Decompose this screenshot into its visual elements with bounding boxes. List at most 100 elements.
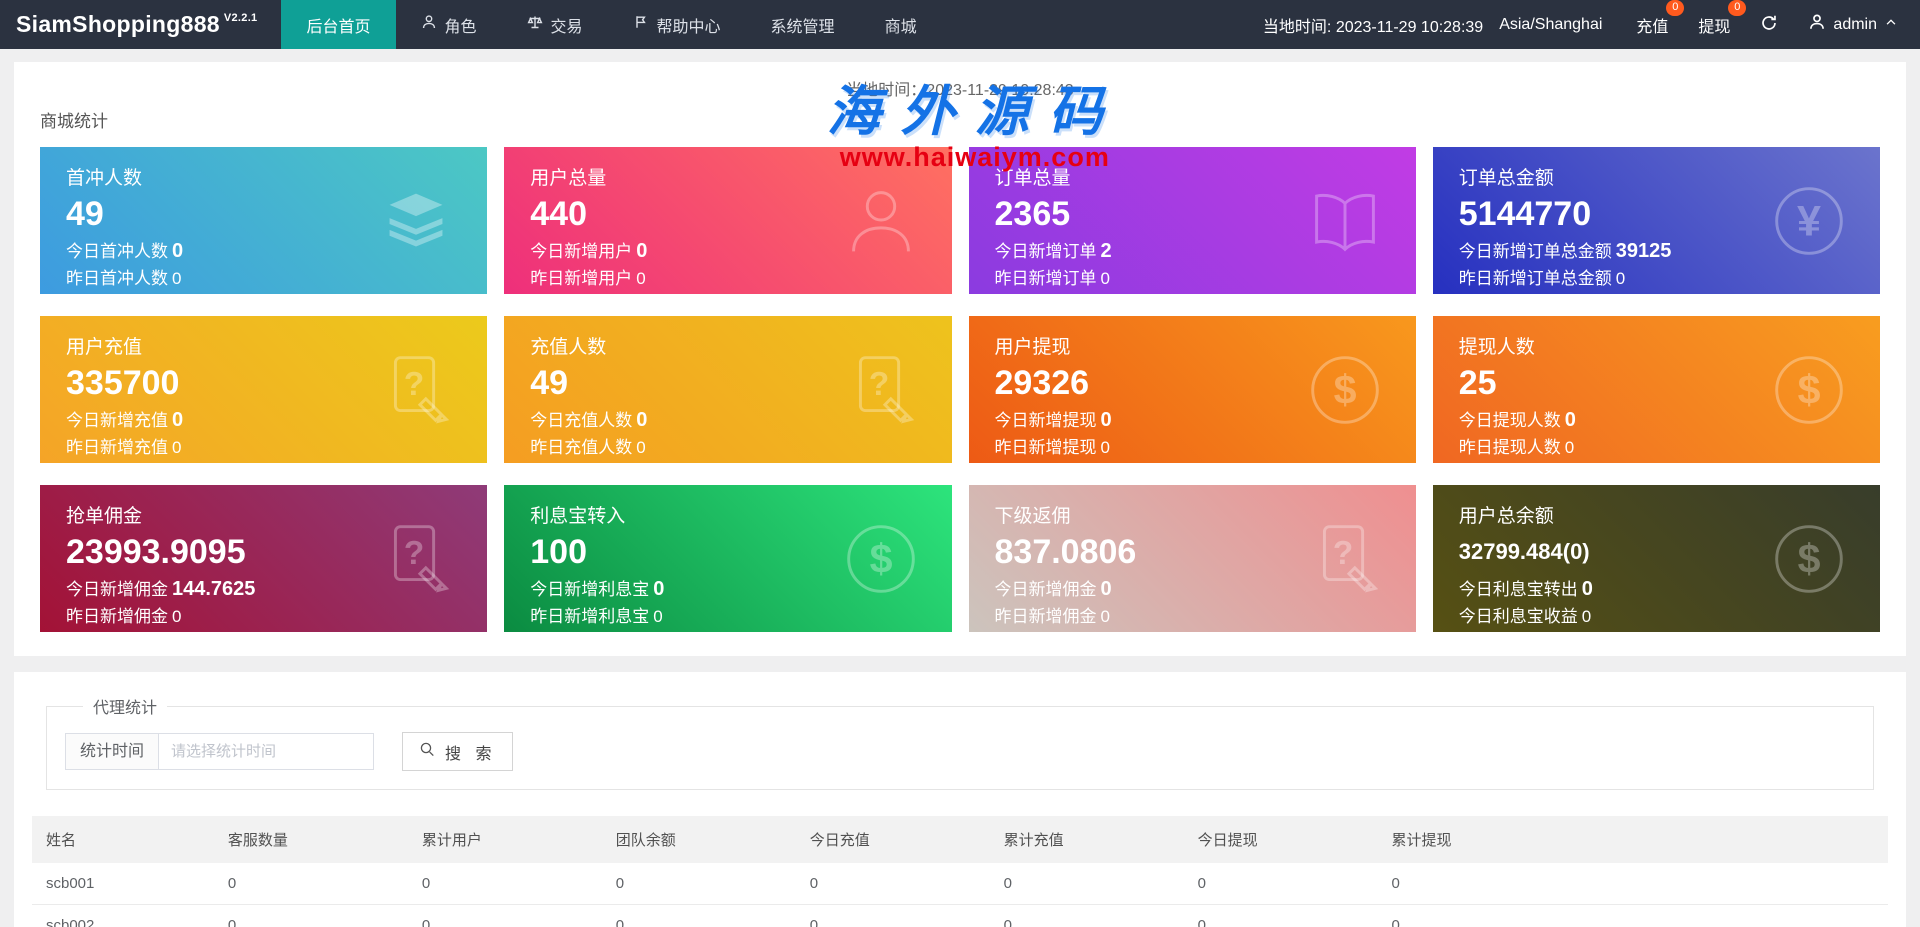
stat-card: 用户充值 335700 今日新增充值 0 昨日新增充值 0 ?: [40, 316, 488, 463]
doc-icon: ?: [834, 343, 928, 437]
nav-item-label: 交易: [550, 18, 583, 36]
recharge-label: 充值: [1636, 18, 1669, 36]
card-yesterday-line: 昨日首冲人数 0: [66, 269, 182, 289]
doc-icon: ?: [1298, 512, 1392, 606]
nav-item-label: 后台首页: [306, 18, 371, 36]
withdraw-button[interactable]: 提现 0: [1698, 0, 1747, 37]
stat-time-label: 统计时间: [65, 733, 160, 770]
agent-table: 姓名 客服数量 累计用户 团队余额 今日充值 累计充值 今日提现 累计提现 scb001 0 0 0 0…: [32, 816, 1888, 927]
agent-section-title: 代理统计: [93, 700, 158, 717]
person-icon: [421, 14, 437, 35]
card-yesterday-line: 昨日新增用户 0: [530, 269, 646, 289]
table-header-row: 姓名 客服数量 累计用户 团队余额 今日充值 累计充值 今日提现 累计提现: [32, 816, 1888, 863]
card-yesterday-line: 昨日新增充值 0: [66, 438, 182, 458]
panel-local-time: 当地时间：2023-11-29 10:28:43: [846, 82, 1074, 99]
svg-text:?: ?: [1333, 534, 1353, 571]
stat-cards-grid: 首冲人数 49 今日首冲人数 0 昨日首冲人数 0 用户总量 440 今日新增用户 0…: [40, 147, 1880, 632]
table-header-cell: 团队余额: [601, 816, 796, 863]
agent-filter-row: 统计时间 搜 索: [65, 732, 1855, 771]
agent-panel: 代理统计 统计时间 搜 索 姓名客服数量累计用户团队余额今日充值累计充值今日提现…: [14, 672, 1906, 927]
search-button[interactable]: 搜 索: [402, 732, 514, 771]
username: admin: [1833, 15, 1877, 33]
nav-item-label: 帮助中心: [656, 18, 721, 36]
withdraw-label: 提现: [1698, 18, 1731, 36]
nav-item-trade[interactable]: 交易: [502, 0, 608, 49]
stat-card: 利息宝转入 100 今日新增利息宝 0 昨日新增利息宝 0 $: [504, 485, 952, 632]
card-yesterday-line: 昨日新增佣金 0: [66, 607, 182, 627]
table-cell: 0: [1377, 863, 1888, 905]
stat-card: 下级返佣 837.0806 今日新增佣金 0 昨日新增佣金 0 ?: [968, 485, 1416, 632]
doc-icon: ?: [369, 512, 463, 606]
nav-item-system-management[interactable]: 系统管理: [746, 0, 860, 49]
table-cell: 0: [1183, 904, 1378, 927]
nav-item-help-center[interactable]: 帮助中心: [608, 0, 746, 49]
svg-text:$: $: [1798, 366, 1821, 412]
card-yesterday-line: 今日利息宝收益 0: [1458, 606, 1592, 626]
scales-icon: [527, 14, 543, 35]
agent-filter-fieldset: 代理统计 统计时间 搜 索: [46, 694, 1874, 790]
nav-item-mall[interactable]: 商城: [860, 0, 942, 49]
dollar-icon: $: [1762, 512, 1856, 606]
stat-card: 订单总金额 5144770 今日新增订单总金额 39125 昨日新增订单总金额 0 …: [1432, 147, 1880, 294]
yen-icon: ¥: [1762, 174, 1856, 268]
table-header-cell: 客服数量: [213, 816, 408, 863]
stat-card: 充值人数 49 今日充值人数 0 昨日充值人数 0 ?: [504, 316, 952, 463]
table-row: scb001 0 0 0 0 0 0 0: [32, 863, 1888, 905]
table-header-cell: 累计提现: [1377, 816, 1888, 863]
user-icon: [1808, 13, 1826, 36]
withdraw-badge: 0: [1728, 0, 1747, 16]
dollar-icon: $: [1298, 343, 1392, 437]
stat-card: 用户总量 440 今日新增用户 0 昨日新增用户 0: [504, 147, 952, 294]
main-nav: 后台首页 角色 交易 帮助中心 系统管理 商城: [281, 0, 941, 49]
table-cell: scb002: [32, 904, 214, 927]
card-yesterday-line: 昨日新增佣金 0: [994, 607, 1110, 627]
stat-card: 提现人数 25 今日提现人数 0 昨日提现人数 0 $: [1432, 316, 1880, 463]
header-timezone: Asia/Shanghai: [1499, 15, 1603, 33]
card-yesterday-line: 昨日提现人数 0: [1458, 438, 1575, 458]
table-cell: scb001: [32, 863, 214, 905]
table-header-cell: 今日提现: [1183, 816, 1378, 863]
chevron-up-icon: [1884, 15, 1898, 34]
header-local-time: 当地时间: 2023-11-29 10:28:39: [1262, 18, 1484, 36]
table-cell: 0: [795, 863, 990, 905]
dollar-icon: $: [1762, 343, 1856, 437]
table-cell: 0: [989, 863, 1184, 905]
table-cell: 0: [601, 863, 796, 905]
search-icon: [419, 741, 436, 763]
stat-time-input[interactable]: [159, 733, 375, 770]
table-cell: 0: [213, 863, 408, 905]
user-menu[interactable]: admin: [1808, 13, 1898, 36]
nav-item-dashboard[interactable]: 后台首页: [281, 0, 396, 49]
app-logo: SiamShopping888 V2.2.1: [0, 0, 281, 49]
top-navbar: SiamShopping888 V2.2.1 后台首页 角色 交易 帮助中心 系统管理 商…: [0, 0, 1920, 49]
table-cell: 0: [407, 904, 602, 927]
table-header-cell: 累计用户: [407, 816, 602, 863]
table-cell: 0: [601, 904, 796, 927]
card-yesterday-line: 昨日新增提现 0: [994, 438, 1110, 458]
user-icon: [834, 174, 928, 268]
refresh-icon[interactable]: [1760, 14, 1782, 36]
nav-item-label: 角色: [444, 18, 477, 36]
layers-icon: [369, 174, 463, 268]
table-cell: 0: [989, 904, 1184, 927]
table-header-cell: 今日充值: [795, 816, 990, 863]
stat-card: 订单总量 2365 今日新增订单 2 昨日新增订单 0: [968, 147, 1416, 294]
nav-item-roles[interactable]: 角色: [396, 0, 502, 49]
svg-text:¥: ¥: [1797, 197, 1821, 245]
table-header-cell: 累计充值: [989, 816, 1184, 863]
search-label: 搜 索: [445, 745, 497, 763]
svg-text:?: ?: [404, 365, 424, 402]
recharge-button[interactable]: 充值 0: [1636, 0, 1685, 37]
stat-card: 用户总余额 32799.484(0) 今日利息宝转出 0 今日利息宝收益 0 $: [1432, 485, 1880, 632]
table-cell: 0: [1377, 904, 1888, 927]
svg-text:$: $: [869, 535, 892, 581]
nav-item-label: 商城: [884, 18, 917, 36]
book-icon: [1298, 174, 1392, 268]
svg-text:$: $: [1333, 366, 1356, 412]
dollar-icon: $: [834, 512, 928, 606]
stat-card: 首冲人数 49 今日首冲人数 0 昨日首冲人数 0: [40, 147, 488, 294]
header-right: 当地时间: 2023-11-29 10:28:39 Asia/Shanghai …: [1263, 0, 1920, 49]
card-yesterday-line: 昨日新增订单总金额 0: [1458, 269, 1626, 289]
app-version: V2.2.1: [223, 11, 258, 24]
app-title: SiamShopping888: [16, 11, 220, 37]
